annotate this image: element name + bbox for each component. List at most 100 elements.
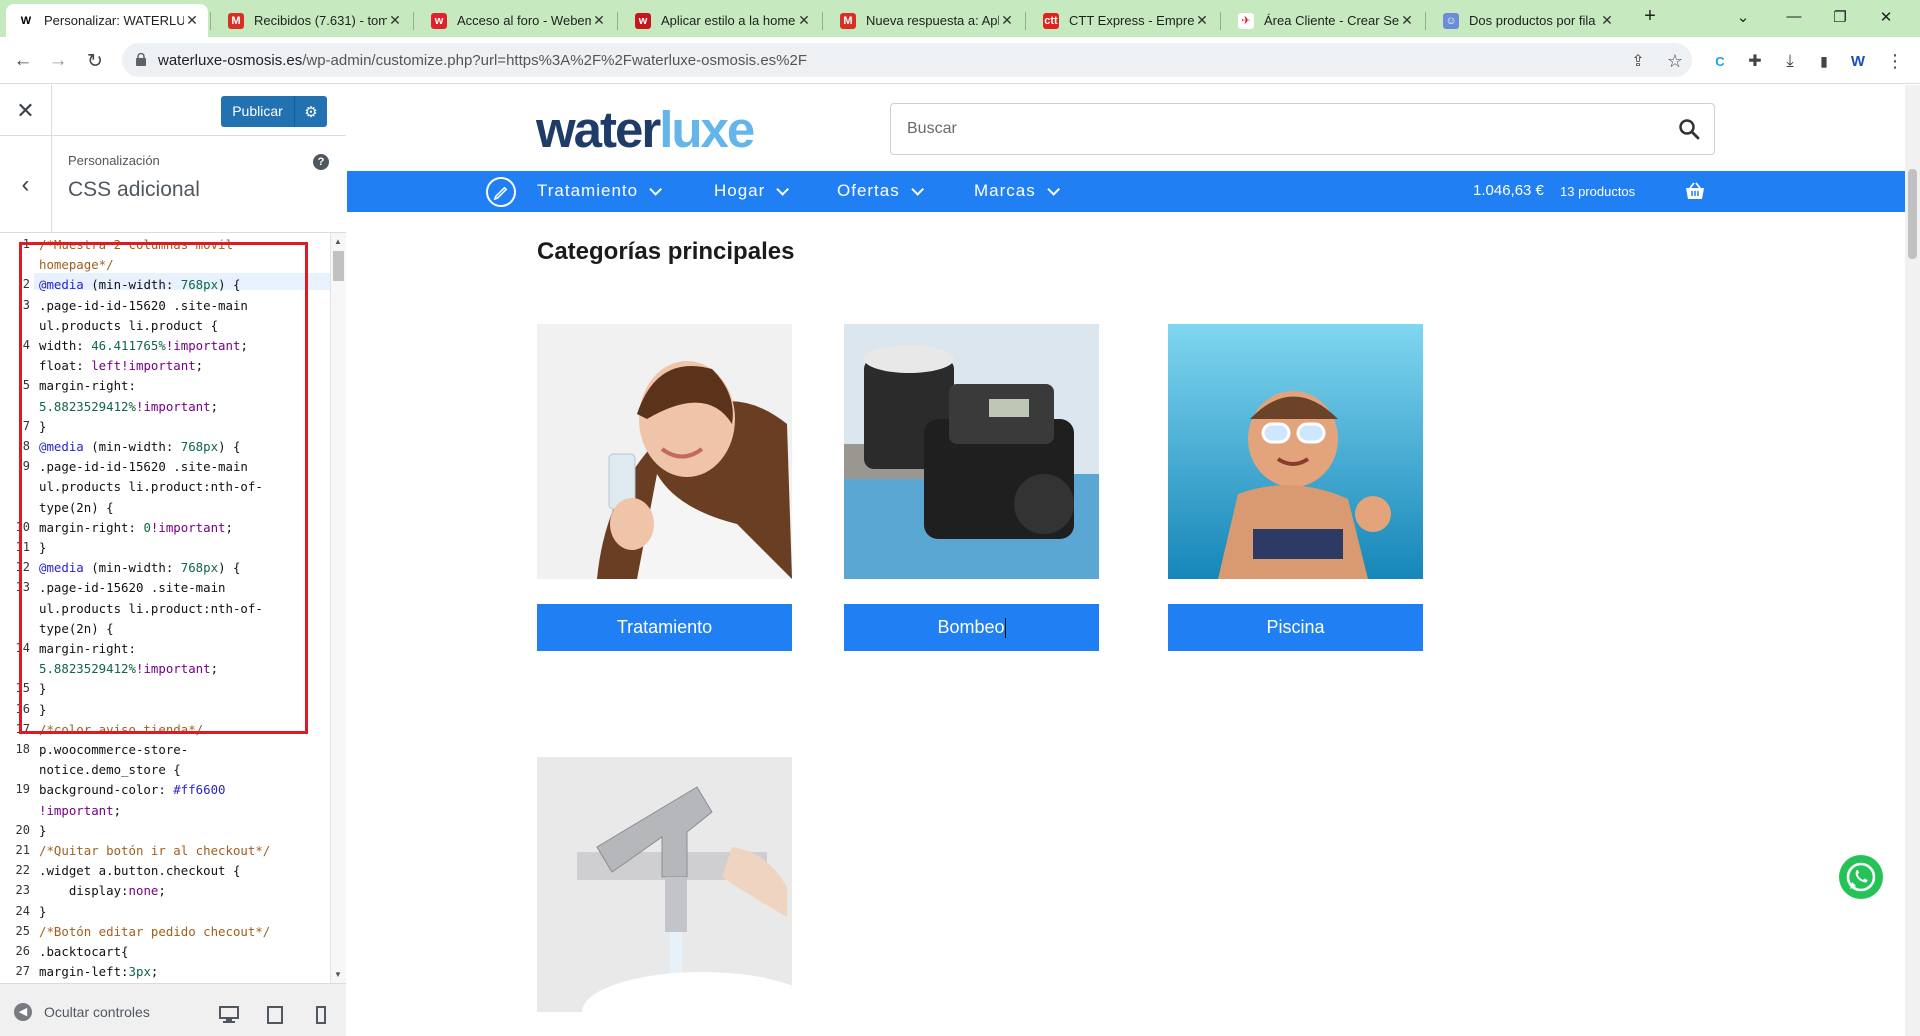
tab-label: Nueva respuesta a: Apli: [866, 13, 999, 28]
preview-scrollbar[interactable]: [1905, 85, 1920, 1036]
tab-close-icon[interactable]: ✕: [1194, 12, 1210, 29]
desktop-preview-icon[interactable]: [219, 1006, 239, 1024]
search-input[interactable]: Buscar: [890, 103, 1715, 155]
search-icon[interactable]: [1678, 118, 1700, 140]
cart-count[interactable]: 13 productos: [1560, 184, 1635, 199]
customizer-header: ✕ Publicar ⚙: [0, 85, 346, 136]
tab-separator: [1425, 12, 1426, 30]
basket-icon[interactable]: [1685, 182, 1705, 200]
tablet-preview-icon[interactable]: [265, 1006, 285, 1024]
tab-search-icon[interactable]: ⌄: [1720, 0, 1766, 33]
browser-tab[interactable]: W Personalizar: WATERLUXE✕: [6, 4, 208, 37]
code-line[interactable]: notice.demo_store {: [39, 762, 181, 777]
tab-separator: [617, 12, 618, 30]
category-image-bombeo[interactable]: [844, 324, 1099, 579]
browser-tab-strip: WPersonalizar: WATERLUXE✕MRecibidos (7.6…: [0, 0, 1920, 37]
share-icon[interactable]: ⇪: [1623, 46, 1653, 76]
site-logo[interactable]: waterluxe: [536, 100, 755, 159]
menu-kebab-icon[interactable]: ⋮: [1880, 46, 1910, 76]
word-extension-icon[interactable]: W: [1843, 46, 1873, 76]
browser-tab[interactable]: ✈ Área Cliente - Crear Se ✕: [1226, 4, 1423, 37]
browser-tab[interactable]: ☺ Dos productos por fila ✕: [1431, 4, 1623, 37]
chevron-down-icon: [911, 182, 924, 196]
code-line[interactable]: /*Botón editar pedido checout*/: [39, 924, 270, 939]
side-panel-icon[interactable]: ▮: [1809, 46, 1839, 76]
download-icon[interactable]: ⤓: [1775, 46, 1805, 76]
reload-icon[interactable]: ↻: [80, 46, 110, 76]
nav-item-hogar[interactable]: Hogar: [714, 181, 790, 201]
category-label: Bombeo: [937, 617, 1005, 637]
editor-scrollbar[interactable]: ▲ ▼: [330, 233, 346, 983]
category-button-tratamiento[interactable]: Tratamiento: [537, 604, 792, 651]
code-line[interactable]: p.woocommerce-store-: [39, 742, 188, 757]
category-image-piscina[interactable]: [1168, 324, 1423, 579]
category-image-hogar[interactable]: [537, 757, 792, 1012]
publish-label[interactable]: Publicar: [221, 96, 295, 127]
whatsapp-icon: [1846, 862, 1876, 892]
logo-part-1: water: [536, 101, 661, 158]
scroll-up-icon[interactable]: ▲: [334, 237, 342, 246]
editor-scroll-thumb[interactable]: [333, 251, 344, 281]
category-button-piscina[interactable]: Piscina: [1168, 604, 1423, 651]
tab-close-icon[interactable]: ✕: [387, 12, 403, 29]
tab-favicon-icon: M: [228, 12, 244, 29]
tab-close-icon[interactable]: ✕: [1399, 12, 1415, 29]
code-line[interactable]: }: [39, 904, 46, 919]
whatsapp-chat-button[interactable]: [1839, 855, 1883, 899]
publish-settings-gear-icon[interactable]: ⚙: [295, 103, 327, 121]
css-code-editor[interactable]: 1 2 3 4 5 7 8 9 10 11 12 13 14 15 16 17 18 19 20 21 22 23 24 25…: [0, 233, 346, 983]
back-icon[interactable]: ←: [8, 46, 38, 76]
browser-tab[interactable]: M Nueva respuesta a: Apli ✕: [828, 4, 1023, 37]
tab-separator: [210, 12, 211, 30]
code-line[interactable]: .widget a.button.checkout {: [39, 863, 240, 878]
restore-icon[interactable]: ❐: [1817, 0, 1863, 33]
tab-close-icon[interactable]: ✕: [1599, 12, 1615, 29]
tab-close-icon[interactable]: ✕: [184, 12, 200, 29]
code-line[interactable]: background-color: #ff6600: [39, 782, 226, 797]
category-button-bombeo[interactable]: Bombeo: [844, 604, 1099, 651]
categories-title: Categorías principales: [537, 238, 795, 265]
back-chevron-icon[interactable]: ‹: [0, 136, 52, 233]
preview-scroll-thumb[interactable]: [1908, 169, 1917, 259]
help-icon[interactable]: ?: [313, 154, 329, 170]
publish-button[interactable]: Publicar ⚙: [221, 96, 327, 127]
mobile-preview-icon[interactable]: [311, 1006, 331, 1024]
code-line[interactable]: margin-left:3px;: [39, 964, 158, 979]
hide-controls-label: Ocultar controles: [44, 1004, 150, 1020]
new-tab-icon[interactable]: +: [1627, 0, 1673, 33]
lock-icon: [136, 53, 146, 66]
close-window-icon[interactable]: ✕: [1863, 0, 1909, 33]
browser-tab[interactable]: w Aplicar estilo a la home ✕: [623, 4, 820, 37]
code-line[interactable]: }: [39, 823, 46, 838]
hide-controls-button[interactable]: ◀ Ocultar controles: [14, 1003, 150, 1021]
tab-favicon-icon: w: [635, 12, 651, 29]
close-customizer-icon[interactable]: ✕: [0, 85, 52, 136]
scroll-down-icon[interactable]: ▼: [334, 970, 342, 979]
code-line[interactable]: display:none;: [39, 883, 166, 898]
nav-item-marcas[interactable]: Marcas: [974, 181, 1060, 201]
nav-label: Marcas: [974, 181, 1036, 200]
browser-tab[interactable]: ctt CTT Express - Empresa✕: [1031, 4, 1218, 37]
address-bar[interactable]: waterluxe-osmosis.es/wp-admin/customize.…: [122, 43, 1692, 77]
code-line[interactable]: /*Quitar botón ir al checkout*/: [39, 843, 270, 858]
forward-icon[interactable]: →: [43, 46, 73, 76]
tab-close-icon[interactable]: ✕: [796, 12, 812, 29]
category-image-tratamiento[interactable]: [537, 324, 792, 579]
minimize-icon[interactable]: —: [1771, 0, 1817, 33]
extension-c-icon[interactable]: C: [1705, 46, 1735, 76]
browser-tab[interactable]: M Recibidos (7.631) - tom ✕: [216, 4, 411, 37]
tab-close-icon[interactable]: ✕: [591, 12, 607, 29]
tab-close-icon[interactable]: ✕: [999, 12, 1015, 29]
nav-item-tratamiento[interactable]: Tratamiento: [537, 181, 663, 201]
code-line[interactable]: .backtocart{: [39, 944, 129, 959]
edit-shortcut-pencil-icon[interactable]: [486, 177, 516, 207]
extensions-puzzle-icon[interactable]: ✚: [1740, 46, 1770, 76]
nav-item-ofertas[interactable]: Ofertas: [837, 181, 924, 201]
bookmark-star-icon[interactable]: ☆: [1660, 46, 1690, 76]
code-line[interactable]: !important;: [39, 803, 121, 818]
line-number: 18: [15, 742, 30, 756]
line-number: 23: [15, 883, 30, 898]
browser-tab[interactable]: w Acceso al foro - Webem ✕: [419, 4, 615, 37]
tab-label: Área Cliente - Crear Se: [1264, 13, 1399, 28]
cart-total[interactable]: 1.046,63 €: [1473, 182, 1544, 199]
